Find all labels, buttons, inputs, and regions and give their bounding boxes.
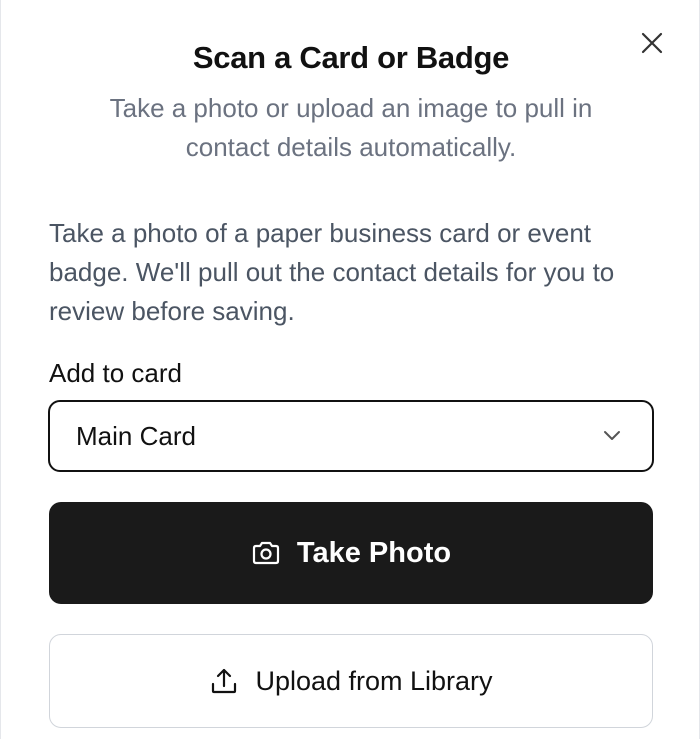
take-photo-label: Take Photo — [296, 536, 452, 569]
dialog-description: Take a photo of a paper business card or… — [49, 218, 615, 326]
dialog-title: Scan a Card or Badge — [192, 40, 510, 75]
card-select[interactable]: Main Card — [48, 400, 654, 472]
upload-from-library-button[interactable]: Upload from Library — [49, 634, 653, 728]
scan-dialog: Scan a Card or Badge Take a photo or upl… — [0, 0, 700, 739]
dialog-subtitle: Take a photo or upload an image to pull … — [109, 93, 593, 162]
card-select-label: Add to card — [49, 358, 182, 388]
upload-icon — [209, 666, 239, 696]
card-select-value: Main Card — [76, 421, 196, 451]
upload-label: Upload from Library — [255, 665, 493, 696]
take-photo-button[interactable]: Take Photo — [49, 502, 653, 604]
camera-icon — [251, 540, 281, 566]
chevron-down-icon — [602, 428, 622, 442]
